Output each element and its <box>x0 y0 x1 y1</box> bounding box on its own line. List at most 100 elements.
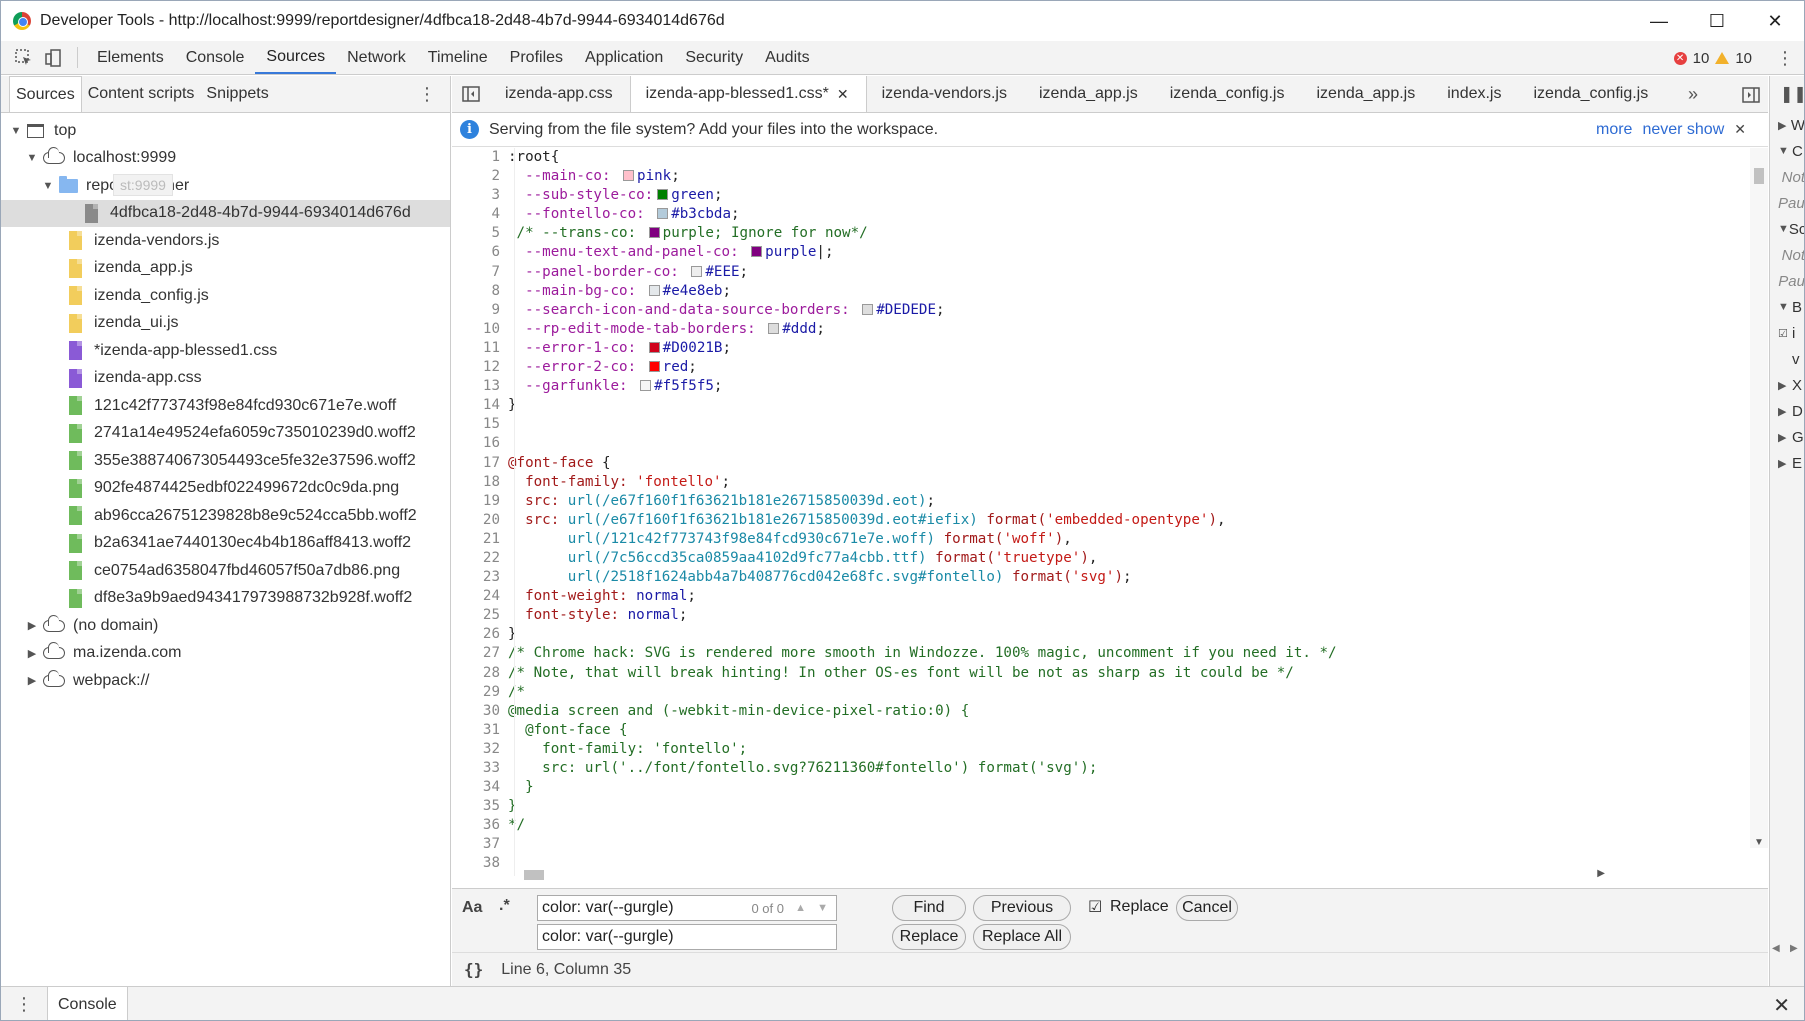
line-number[interactable]: 15 <box>452 415 508 434</box>
code-line[interactable]: 12 --error-2-co: red; <box>452 358 1748 377</box>
search-input[interactable]: color: var(--gurgle) 0 of 0 ▲ ▼ <box>537 895 837 921</box>
tree-item[interactable]: izenda-app.css <box>1 365 450 393</box>
line-number[interactable]: 10 <box>452 320 508 339</box>
tree-item[interactable]: ▶ (no domain) <box>1 612 450 640</box>
line-number[interactable]: 22 <box>452 549 508 568</box>
line-number[interactable]: 25 <box>452 606 508 625</box>
tree-item[interactable]: izenda-vendors.js <box>1 227 450 255</box>
customize-menu-icon[interactable]: ⋮ <box>1776 41 1794 75</box>
code-line[interactable]: 7 --panel-border-co: #EEE; <box>452 263 1748 282</box>
line-number[interactable]: 20 <box>452 511 508 530</box>
code-line[interactable]: 8 --main-bg-co: #e4e8eb; <box>452 282 1748 301</box>
code-line[interactable]: 23 url(/2518f1624abb4a7b408776cd042e68fc… <box>452 568 1748 587</box>
tree-item[interactable]: ▶ ma.izenda.com <box>1 640 450 668</box>
color-swatch[interactable] <box>691 265 703 277</box>
pretty-print-icon[interactable]: {} <box>464 960 483 979</box>
code-line[interactable]: 19 src: url(/e67f160f1f63621b181e2671585… <box>452 492 1748 511</box>
expand-arrow-icon[interactable]: ▶ <box>25 674 39 687</box>
line-number[interactable]: 32 <box>452 740 508 759</box>
editor-tab[interactable]: izenda_app.js <box>1301 76 1432 112</box>
color-swatch[interactable] <box>648 361 660 373</box>
line-number[interactable]: 5 <box>452 224 508 243</box>
editor-tab[interactable]: index.js <box>1432 76 1518 112</box>
section-toggle-icon[interactable]: ▶ <box>1778 431 1792 444</box>
tab-network[interactable]: Network <box>336 41 417 74</box>
debugger-section[interactable]: ▶ X <box>1770 372 1804 398</box>
line-number[interactable]: 38 <box>452 854 508 873</box>
expand-arrow-icon[interactable]: ▶ <box>25 619 39 632</box>
tree-item[interactable]: izenda_config.js <box>1 282 450 310</box>
code-line[interactable]: 16 <box>452 434 1748 453</box>
next-match-icon[interactable]: ▼ <box>817 902 828 914</box>
line-number[interactable]: 24 <box>452 587 508 606</box>
close-window-icon[interactable]: ✕ <box>1746 1 1804 41</box>
cancel-button[interactable]: Cancel <box>1176 895 1238 921</box>
toggle-navigator-icon[interactable] <box>452 76 490 112</box>
tab-sources[interactable]: Sources <box>255 41 337 74</box>
color-swatch[interactable] <box>623 170 635 182</box>
line-number[interactable]: 33 <box>452 759 508 778</box>
tree-item[interactable]: ▶ webpack:// <box>1 667 450 695</box>
maximize-icon[interactable]: ☐ <box>1688 1 1746 41</box>
line-number[interactable]: 30 <box>452 702 508 721</box>
previous-button[interactable]: Previous <box>973 895 1071 921</box>
find-button[interactable]: Find <box>892 895 966 921</box>
tree-item[interactable]: ▼ top <box>1 117 450 145</box>
tree-item[interactable]: izenda_app.js <box>1 255 450 283</box>
debugger-section[interactable]: ▶ G <box>1770 424 1804 450</box>
drawer-tab-console[interactable]: Console <box>47 987 128 1020</box>
editor-tab[interactable]: izenda-vendors.js <box>867 76 1024 112</box>
minimize-icon[interactable]: — <box>1630 1 1688 41</box>
code-line[interactable]: 6 --menu-text-and-panel-co: purple|; <box>452 243 1748 262</box>
color-swatch[interactable] <box>751 246 763 258</box>
collapse-arrow-icon[interactable]: ▼ <box>25 152 39 164</box>
regex-toggle[interactable]: .* <box>499 897 510 915</box>
line-number[interactable]: 17 <box>452 454 508 473</box>
code-line[interactable]: 14} <box>452 396 1748 415</box>
code-line[interactable]: 20 src: url(/e67f160f1f63621b181e2671585… <box>452 511 1748 530</box>
more-tabs-icon[interactable]: » <box>1688 76 1698 113</box>
line-number[interactable]: 4 <box>452 205 508 224</box>
line-number[interactable]: 9 <box>452 301 508 320</box>
toggle-debugger-icon[interactable] <box>1742 76 1760 113</box>
scroll-left-arrow-icon[interactable]: ◀ <box>1772 943 1780 954</box>
color-swatch[interactable] <box>648 227 660 239</box>
line-number[interactable]: 2 <box>452 167 508 186</box>
code-line[interactable]: 3 --sub-style-co: green; <box>452 186 1748 205</box>
tree-item[interactable]: ▼ localhost:9999 <box>1 145 450 173</box>
section-toggle-icon[interactable]: ▶ <box>1778 119 1791 132</box>
tree-item[interactable]: df8e3a9b9aed943417973988732b928f.woff2 <box>1 585 450 613</box>
infobar-more-link[interactable]: more <box>1596 121 1632 139</box>
line-number[interactable]: 12 <box>452 358 508 377</box>
line-number[interactable]: 27 <box>452 644 508 663</box>
drawer-close-icon[interactable]: ✕ <box>1773 987 1790 1020</box>
code-line[interactable]: 2 --main-co: pink; <box>452 167 1748 186</box>
code-line[interactable]: 21 url(/121c42f773743f98e84fcd930c671e7e… <box>452 530 1748 549</box>
previous-match-icon[interactable]: ▲ <box>795 902 806 914</box>
drawer-menu-icon[interactable]: ⋮ <box>1 987 47 1020</box>
line-number[interactable]: 13 <box>452 377 508 396</box>
code-line[interactable]: 18 font-family: 'fontello'; <box>452 473 1748 492</box>
line-number[interactable]: 39 <box>452 874 508 876</box>
section-toggle-icon[interactable]: ▼ <box>1778 223 1789 235</box>
line-number[interactable]: 34 <box>452 778 508 797</box>
tree-item[interactable]: 4dfbca18-2d48-4b7d-9944-6934014d676d <box>1 199 450 227</box>
vertical-scrollbar[interactable]: ▼ <box>1750 148 1768 848</box>
code-line[interactable]: 5 /* --trans-co: purple; Ignore for now*… <box>452 224 1748 243</box>
section-toggle-icon[interactable]: ▶ <box>1778 405 1792 418</box>
line-number[interactable]: 26 <box>452 625 508 644</box>
editor-tab[interactable]: izenda_app.js <box>1024 76 1155 112</box>
infobar-close-icon[interactable]: ✕ <box>1734 121 1746 138</box>
line-number[interactable]: 29 <box>452 683 508 702</box>
code-line[interactable]: 24 font-weight: normal; <box>452 587 1748 606</box>
tab-elements[interactable]: Elements <box>86 41 175 74</box>
color-swatch[interactable] <box>768 322 780 334</box>
horizontal-scroll-thumb[interactable] <box>524 870 544 880</box>
issue-counts[interactable]: ✕ 10 10 <box>1673 41 1752 75</box>
code-line[interactable]: 27/* Chrome hack: SVG is rendered more s… <box>452 644 1748 663</box>
line-number[interactable]: 37 <box>452 835 508 854</box>
line-number[interactable]: 16 <box>452 434 508 453</box>
editor-tab[interactable]: izenda-app-blessed1.css* ✕ <box>629 76 867 112</box>
tree-item[interactable]: b2a6341ae7440130ec4b4b186aff8413.woff2 <box>1 530 450 558</box>
scroll-down-arrow-icon[interactable]: ▼ <box>1754 837 1764 848</box>
